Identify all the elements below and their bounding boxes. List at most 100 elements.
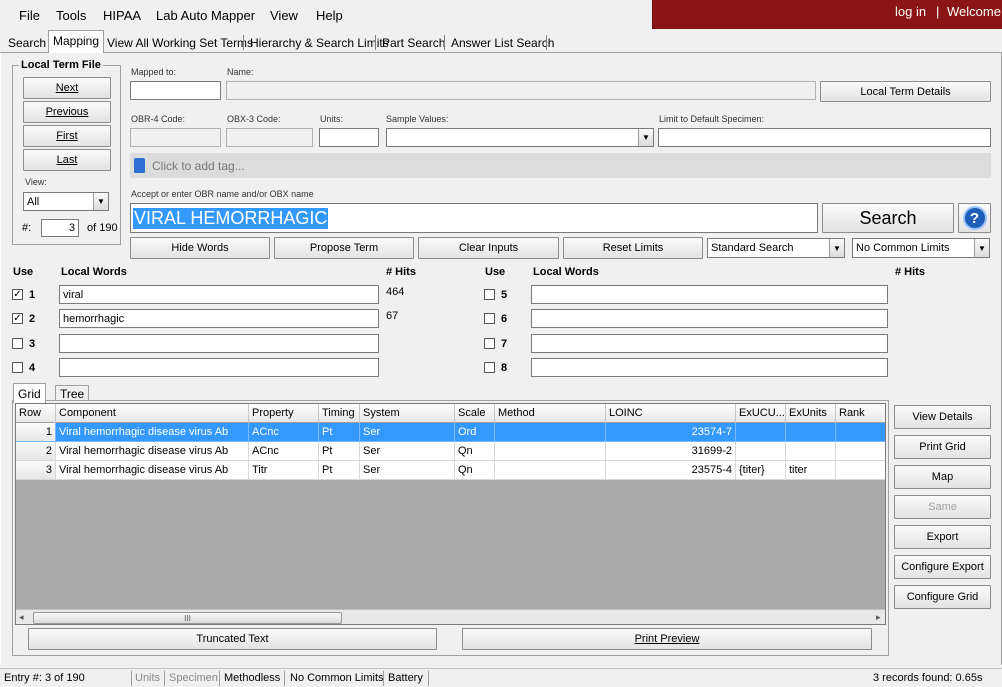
col-row[interactable]: Row: [16, 404, 56, 423]
word-6-input[interactable]: [531, 309, 888, 328]
scroll-left-icon[interactable]: ◂: [19, 612, 24, 623]
clear-inputs-button[interactable]: Clear Inputs: [418, 237, 559, 259]
previous-button[interactable]: Previous: [23, 101, 111, 123]
map-button[interactable]: Map: [894, 465, 991, 489]
tag-bar[interactable]: Click to add tag...: [130, 153, 991, 178]
results-grid: Row Component Property Timing System Sca…: [15, 403, 886, 625]
menu-help[interactable]: Help: [316, 8, 343, 23]
help-button[interactable]: ?: [958, 203, 991, 233]
view-details-button[interactable]: View Details: [894, 405, 991, 429]
scroll-right-icon[interactable]: ▸: [876, 612, 881, 623]
units-field[interactable]: [319, 128, 379, 147]
scroll-thumb[interactable]: III: [33, 612, 342, 624]
word-1-checkbox[interactable]: ✓: [12, 289, 23, 300]
col-loinc[interactable]: LOINC: [606, 404, 736, 423]
sample-values-label: Sample Values:: [386, 114, 449, 124]
sample-values-select[interactable]: ▼: [386, 128, 654, 147]
word-2-checkbox[interactable]: ✓: [12, 313, 23, 324]
print-grid-button[interactable]: Print Grid: [894, 435, 991, 459]
welcome-text: Welcome: [947, 4, 1001, 19]
menu-tools[interactable]: Tools: [56, 8, 86, 23]
word-8-input[interactable]: [531, 358, 888, 377]
word-1-input[interactable]: viral: [59, 285, 379, 304]
col-scale[interactable]: Scale: [455, 404, 495, 423]
search-button[interactable]: Search: [822, 203, 954, 233]
cell-component: Viral hemorrhagic disease virus Ab: [56, 461, 249, 480]
common-limits-select[interactable]: No Common Limits ▼: [852, 238, 990, 258]
table-row[interactable]: 2 Viral hemorrhagic disease virus Ab ACn…: [16, 442, 885, 461]
word-8-checkbox[interactable]: [484, 362, 495, 373]
login-link[interactable]: log in: [895, 4, 926, 19]
print-preview-label: Print Preview: [634, 633, 700, 645]
tab-view-all-working-set-terms[interactable]: View All Working Set Terms: [102, 32, 258, 52]
menu-view[interactable]: View: [270, 8, 298, 23]
col-method[interactable]: Method: [495, 404, 606, 423]
view-select[interactable]: All ▼: [23, 192, 109, 211]
menu-hipaa[interactable]: HIPAA: [103, 8, 141, 23]
col-exunits[interactable]: ExUnits: [786, 404, 836, 423]
col-rank[interactable]: Rank: [836, 404, 885, 423]
tab-tree[interactable]: Tree: [55, 385, 90, 401]
tab-mapping[interactable]: Mapping: [48, 30, 105, 53]
status-units: Units: [135, 672, 161, 684]
cell-rank: [836, 461, 885, 480]
next-button[interactable]: Next: [23, 77, 111, 99]
word-7-input[interactable]: [531, 334, 888, 353]
row-number: 2: [16, 442, 56, 461]
local-term-details-button[interactable]: Local Term Details: [820, 81, 991, 102]
table-row[interactable]: 3 Viral hemorrhagic disease virus Ab Tit…: [16, 461, 885, 480]
grid-horizontal-scrollbar[interactable]: ◂ III ▸: [16, 609, 885, 624]
limit-specimen-label: Limit to Default Specimen:: [659, 114, 765, 124]
export-button[interactable]: Export: [894, 525, 991, 549]
col-component[interactable]: Component: [56, 404, 249, 423]
tab-answer-list-search[interactable]: Answer List Search: [446, 32, 559, 52]
word-5-input[interactable]: [531, 285, 888, 304]
record-number-input[interactable]: 3: [41, 219, 79, 237]
word-6-checkbox[interactable]: [484, 313, 495, 324]
last-button[interactable]: Last: [23, 149, 111, 171]
same-button[interactable]: Same: [894, 495, 991, 519]
view-details-label: View Details: [912, 411, 973, 423]
col-property[interactable]: Property: [249, 404, 319, 423]
tab-hierarchy-search-limits[interactable]: Hierarchy & Search Limits: [245, 32, 394, 52]
word-3-checkbox[interactable]: [12, 338, 23, 349]
word-3-input[interactable]: [59, 334, 379, 353]
col-exucum[interactable]: ExUCU...: [736, 404, 786, 423]
search-input[interactable]: VIRAL HEMORRHAGIC: [130, 203, 818, 233]
tab-grid[interactable]: Grid: [13, 383, 46, 403]
hide-words-button[interactable]: Hide Words: [130, 237, 270, 259]
reset-limits-button[interactable]: Reset Limits: [563, 237, 703, 259]
truncated-text-label: Truncated Text: [196, 633, 269, 645]
obr4-label: OBR-4 Code:: [131, 114, 186, 124]
menu-file[interactable]: File: [19, 8, 40, 23]
cell-exunits: titer: [786, 461, 836, 480]
word-4-input[interactable]: [59, 358, 379, 377]
menu-lab-auto-mapper[interactable]: Lab Auto Mapper: [156, 8, 255, 23]
tab-search[interactable]: Search: [3, 32, 51, 52]
word-2-input[interactable]: hemorrhagic: [59, 309, 379, 328]
word-7-checkbox[interactable]: [484, 338, 495, 349]
record-number-label: #:: [22, 222, 32, 234]
cell-timing: Pt: [319, 461, 360, 480]
col-system[interactable]: System: [360, 404, 455, 423]
mapped-to-field[interactable]: [130, 81, 221, 100]
propose-term-button[interactable]: Propose Term: [274, 237, 414, 259]
table-row[interactable]: 1 Viral hemorrhagic disease virus Ab ACn…: [16, 423, 885, 442]
first-button[interactable]: First: [23, 125, 111, 147]
print-preview-button[interactable]: Print Preview: [462, 628, 872, 650]
use-header-left: Use: [13, 266, 34, 278]
truncated-text-button[interactable]: Truncated Text: [28, 628, 437, 650]
help-icon: ?: [962, 206, 987, 230]
tab-part-search[interactable]: Part Search: [377, 32, 450, 52]
grid-header: Row Component Property Timing System Sca…: [16, 404, 885, 423]
word-5-checkbox[interactable]: [484, 289, 495, 300]
word-7-number: 7: [501, 338, 508, 350]
configure-grid-button[interactable]: Configure Grid: [894, 585, 991, 609]
col-timing[interactable]: Timing: [319, 404, 360, 423]
search-mode-select[interactable]: Standard Search ▼: [707, 238, 845, 258]
reset-limits-label: Reset Limits: [602, 242, 664, 254]
cell-loinc: 23575-4: [606, 461, 736, 480]
limit-specimen-field[interactable]: [658, 128, 991, 147]
word-4-checkbox[interactable]: [12, 362, 23, 373]
configure-export-button[interactable]: Configure Export: [894, 555, 991, 579]
